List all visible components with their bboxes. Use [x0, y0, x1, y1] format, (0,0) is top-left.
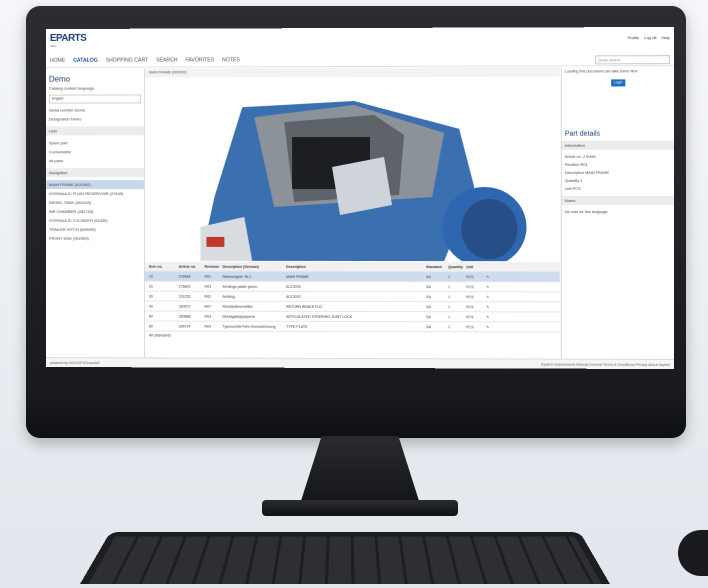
tree-item[interactable]: AIR CHAMBER (282743) [46, 207, 144, 216]
top-bar: EPARTS catalog Profile Log off Help [45, 26, 674, 55]
status-left: powered by DOCUFY/SmartAR [49, 361, 100, 366]
right-panel: Loading this document can take some time… [560, 67, 674, 359]
tree-item[interactable]: TRAILER HITCH (589400) [46, 225, 144, 234]
brand-logo[interactable]: EPARTS catalog [50, 33, 86, 48]
parts-table: Item no. Article no. Revision Description (… [144, 261, 560, 359]
monitor: EPARTS catalog Profile Log off Help HOME … [26, 6, 686, 438]
left-panel: Demo Catalog content language English Se… [45, 68, 145, 358]
table-footer: All (Standard) [148, 333, 171, 338]
part-details-title: Part details [564, 130, 601, 138]
language-select[interactable]: English [48, 94, 141, 104]
tree-item[interactable]: MAIN FRAME (000300) [45, 180, 144, 190]
lists-section: Lists [45, 126, 144, 136]
topbar-item-profile[interactable]: Profile [628, 35, 639, 40]
edit-icon: ✎ [486, 304, 490, 309]
login-hint: Loading this document can take some time [564, 69, 638, 74]
monitor-chin [26, 386, 686, 438]
list-spare-part[interactable]: Spare part [46, 138, 144, 147]
login-button[interactable]: Login [611, 79, 626, 87]
designation-row: Designation Demo [48, 116, 82, 122]
nav-favorites[interactable]: FAVORITES [186, 57, 215, 63]
3d-viewer[interactable] [144, 76, 560, 262]
nav-home[interactable]: HOME [50, 58, 65, 64]
navigation-section: Navigation [45, 168, 144, 178]
edit-icon: ✎ [486, 274, 490, 279]
user-menu: Profile Log off Help [628, 35, 670, 40]
footer-links[interactable]: System requirements Manual General Terms… [541, 360, 670, 369]
info-row: Quantity 1 [564, 178, 583, 183]
info-row: Description MAIN FRAME [564, 170, 610, 175]
tree-item[interactable]: DIESEL TANK (301049) [46, 198, 144, 207]
nav-notes[interactable]: NOTES [222, 57, 240, 63]
keyboard [80, 532, 610, 584]
mouse [678, 530, 708, 576]
notes-text: No note for this language [564, 210, 608, 215]
monitor-stand [300, 436, 420, 504]
topbar-item-logoff[interactable]: Log off [644, 35, 656, 40]
main-nav: HOME CATALOG SHOPPING CART SEARCH FAVORI… [45, 53, 674, 68]
tree-item[interactable]: FRONT END (002300) [46, 234, 144, 243]
edit-icon: ✎ [486, 314, 490, 319]
edit-icon: ✎ [486, 324, 490, 329]
topbar-item-help[interactable]: Help [661, 35, 669, 40]
information-section: Information [561, 140, 674, 150]
edit-icon: ✎ [486, 294, 490, 299]
status-bar: powered by DOCUFY/SmartAR System require… [45, 357, 674, 370]
nav-cart[interactable]: SHOPPING CART [106, 58, 148, 64]
table-row[interactable]: 10 276484 R01 Rahmengest. Nr.1 MAIN FRAME SA 1… [144, 271, 560, 283]
app-screen: EPARTS catalog Profile Log off Help HOME … [45, 26, 674, 370]
language-label: Catalog content language [48, 85, 94, 91]
list-consumable[interactable]: Consumable [46, 147, 144, 156]
quick-search-input[interactable]: Quick search [595, 55, 670, 65]
info-row: Article no. 276484 [564, 154, 596, 159]
notes-section: Notes [561, 195, 674, 206]
list-all-parts[interactable]: All parts [46, 156, 144, 165]
info-row: Unit PCS [564, 186, 581, 191]
edit-icon: ✎ [486, 284, 490, 289]
tree-item[interactable]: HYDRAULIC FLUID RESERVOIR (27649) [46, 189, 144, 198]
serial-row: Serial number Demo [48, 107, 86, 113]
tree-item[interactable]: HYDRAULIC CYLINDER (52330) [46, 216, 144, 225]
catalog-title: Demo [48, 74, 71, 84]
machine-model [144, 76, 560, 262]
nav-catalog[interactable]: CATALOG [73, 58, 98, 64]
monitor-base [262, 500, 458, 516]
table-header: Item no. Article no. Revision Description (… [144, 261, 560, 273]
nav-search[interactable]: SEARCH [156, 57, 177, 63]
info-row: Revision R01 [564, 162, 588, 167]
